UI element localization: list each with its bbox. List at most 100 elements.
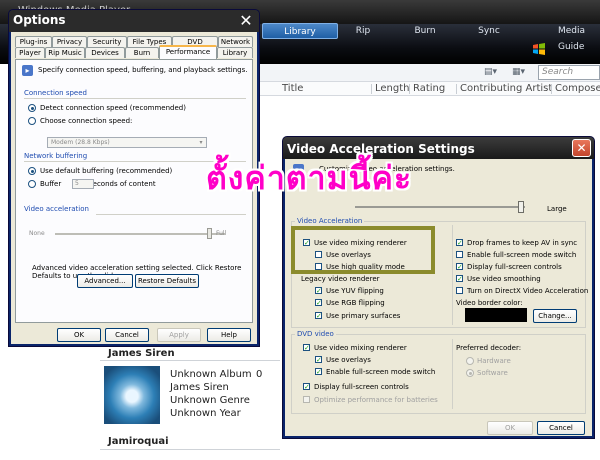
close-icon[interactable]: ✕ (572, 139, 591, 157)
performance-icon: ▸ (22, 65, 33, 76)
tab-performance[interactable]: Performance (159, 45, 217, 59)
layout-options-icon[interactable]: ▦▾ (512, 67, 525, 77)
dxva-checkbox[interactable] (456, 287, 463, 294)
album-art[interactable] (104, 366, 160, 424)
tab-sync[interactable]: Sync (466, 23, 512, 39)
software-decoder-label: Software (477, 369, 508, 377)
drop-frames-label: Drop frames to keep AV in sync (467, 239, 578, 247)
dvd-controls-checkbox[interactable]: ✓ (303, 383, 310, 391)
border-color-swatch (465, 308, 527, 322)
seconds-label: seconds of content (89, 180, 156, 188)
selected-speed: Modem (28.8 Kbps) (51, 139, 110, 146)
custom-buffer-radio[interactable] (28, 180, 36, 188)
change-color-button[interactable]: Change... (533, 309, 577, 323)
tab-player[interactable]: Player (15, 47, 45, 58)
vas-cancel-button[interactable]: Cancel (537, 421, 585, 435)
vas-ok-button[interactable]: OK (487, 421, 533, 435)
dvd-overlays-checkbox[interactable]: ✓ (315, 356, 322, 364)
close-icon[interactable]: ✕ (237, 12, 255, 30)
column-title[interactable]: Title (282, 82, 303, 96)
rgb-checkbox[interactable]: ✓ (315, 299, 322, 307)
legacy-renderer-label: Legacy video renderer (301, 275, 380, 283)
column-length[interactable]: Length (375, 82, 410, 96)
column-rating[interactable]: Rating (413, 82, 445, 96)
divider (100, 449, 280, 450)
album-year: Unknown Year (170, 408, 241, 419)
tab-burn[interactable]: Burn (125, 47, 159, 58)
optimize-batteries-checkbox[interactable] (303, 396, 310, 403)
acceleration-slider-thumb (207, 228, 212, 239)
tab-network[interactable]: Network (218, 36, 253, 47)
dvd-switch-label: Enable full-screen mode switch (326, 368, 436, 376)
full-screen-controls-label: Display full-screen controls (467, 263, 562, 271)
highlight-box (291, 226, 435, 274)
rgb-label: Use RGB flipping (326, 299, 385, 307)
divider (452, 225, 453, 325)
column-composer[interactable]: Composer (555, 82, 600, 96)
dialog-title: Options (13, 13, 66, 27)
vas-slider-thumb[interactable] (518, 201, 524, 213)
album-genre: Unknown Genre (170, 395, 250, 406)
tab-burn[interactable]: Burn (402, 23, 448, 39)
divider (24, 98, 246, 99)
vas-slider-track (355, 206, 525, 208)
full-screen-controls-checkbox[interactable]: ✓ (456, 263, 463, 271)
search-input[interactable]: Search (538, 65, 600, 80)
advanced-button[interactable]: Advanced... (77, 274, 133, 288)
dvd-controls-label: Display full-screen controls (314, 383, 409, 391)
dvd-overlays-label: Use overlays (326, 356, 371, 364)
dvd-video-group-label: DVD video (295, 330, 336, 338)
tab-rip-music[interactable]: Rip Music (45, 47, 85, 58)
tab-library[interactable]: Library (262, 23, 338, 39)
cancel-button[interactable]: Cancel (105, 328, 149, 342)
dxva-label: Turn on DirectX Video Acceleration (467, 287, 589, 295)
dvd-mixing-checkbox[interactable]: ✓ (303, 344, 310, 352)
default-buffering-radio[interactable] (28, 167, 36, 175)
software-decoder-radio[interactable] (466, 369, 474, 377)
yuv-checkbox[interactable]: ✓ (315, 287, 322, 295)
slider-full-label: Full (216, 230, 227, 237)
windows-logo-icon (533, 43, 545, 55)
video-smoothing-checkbox[interactable]: ✓ (456, 275, 463, 283)
restore-defaults-button[interactable]: Restore Defaults (135, 274, 199, 288)
hardware-decoder-radio[interactable] (466, 357, 474, 365)
album-artist: James Siren (170, 382, 229, 393)
primary-surfaces-checkbox[interactable]: ✓ (315, 312, 322, 320)
full-screen-switch-label: Enable full-screen mode switch (467, 251, 577, 259)
column-contributing-artist[interactable]: Contributing Artist (460, 82, 552, 96)
artist-heading: Jamiroquai (108, 436, 169, 447)
column-separator (409, 84, 410, 94)
tab-rip[interactable]: Rip (340, 23, 386, 39)
default-buffering-label: Use default buffering (recommended) (40, 167, 173, 175)
album-name: Unknown Album (170, 369, 252, 380)
connection-speed-select: Modem (28.8 Kbps) ▾ (47, 137, 207, 148)
column-separator (371, 84, 372, 94)
instruction-caption: ตั้งค่าตามนี้ค่ะ (206, 159, 413, 197)
tab-privacy[interactable]: Privacy (52, 36, 87, 47)
view-options-icon[interactable]: ▤▾ (484, 67, 497, 77)
video-smoothing-label: Use video smoothing (467, 275, 541, 283)
buffer-seconds-input: 5 (72, 179, 94, 189)
full-screen-switch-checkbox[interactable] (456, 251, 463, 258)
ok-button[interactable]: OK (57, 328, 101, 342)
panel-description: Specify connection speed, buffering, and… (38, 66, 248, 74)
detect-speed-radio[interactable] (28, 104, 36, 112)
tab-devices[interactable]: Devices (85, 47, 125, 58)
help-button[interactable]: Help (207, 328, 251, 342)
tab-media-guide[interactable]: Media Guide (548, 23, 600, 52)
tab-library[interactable]: Library (217, 47, 253, 58)
album-track-count: 0 (256, 369, 263, 380)
border-color-label: Video border color: (456, 299, 523, 307)
drop-frames-checkbox[interactable]: ✓ (456, 239, 463, 247)
tab-security[interactable]: Security (87, 36, 127, 47)
divider (452, 339, 453, 409)
tab-plug-ins[interactable]: Plug-ins (15, 36, 52, 47)
options-titlebar[interactable]: Options ✕ (9, 10, 259, 32)
choose-speed-label: Choose connection speed: (40, 117, 133, 125)
acceleration-slider-track (55, 233, 225, 235)
preferred-decoder-label: Preferred decoder: (456, 344, 522, 352)
apply-button[interactable]: Apply (157, 328, 201, 342)
dvd-switch-checkbox[interactable]: ✓ (315, 368, 322, 376)
choose-speed-radio[interactable] (28, 117, 36, 125)
yuv-label: Use YUV flipping (326, 287, 384, 295)
